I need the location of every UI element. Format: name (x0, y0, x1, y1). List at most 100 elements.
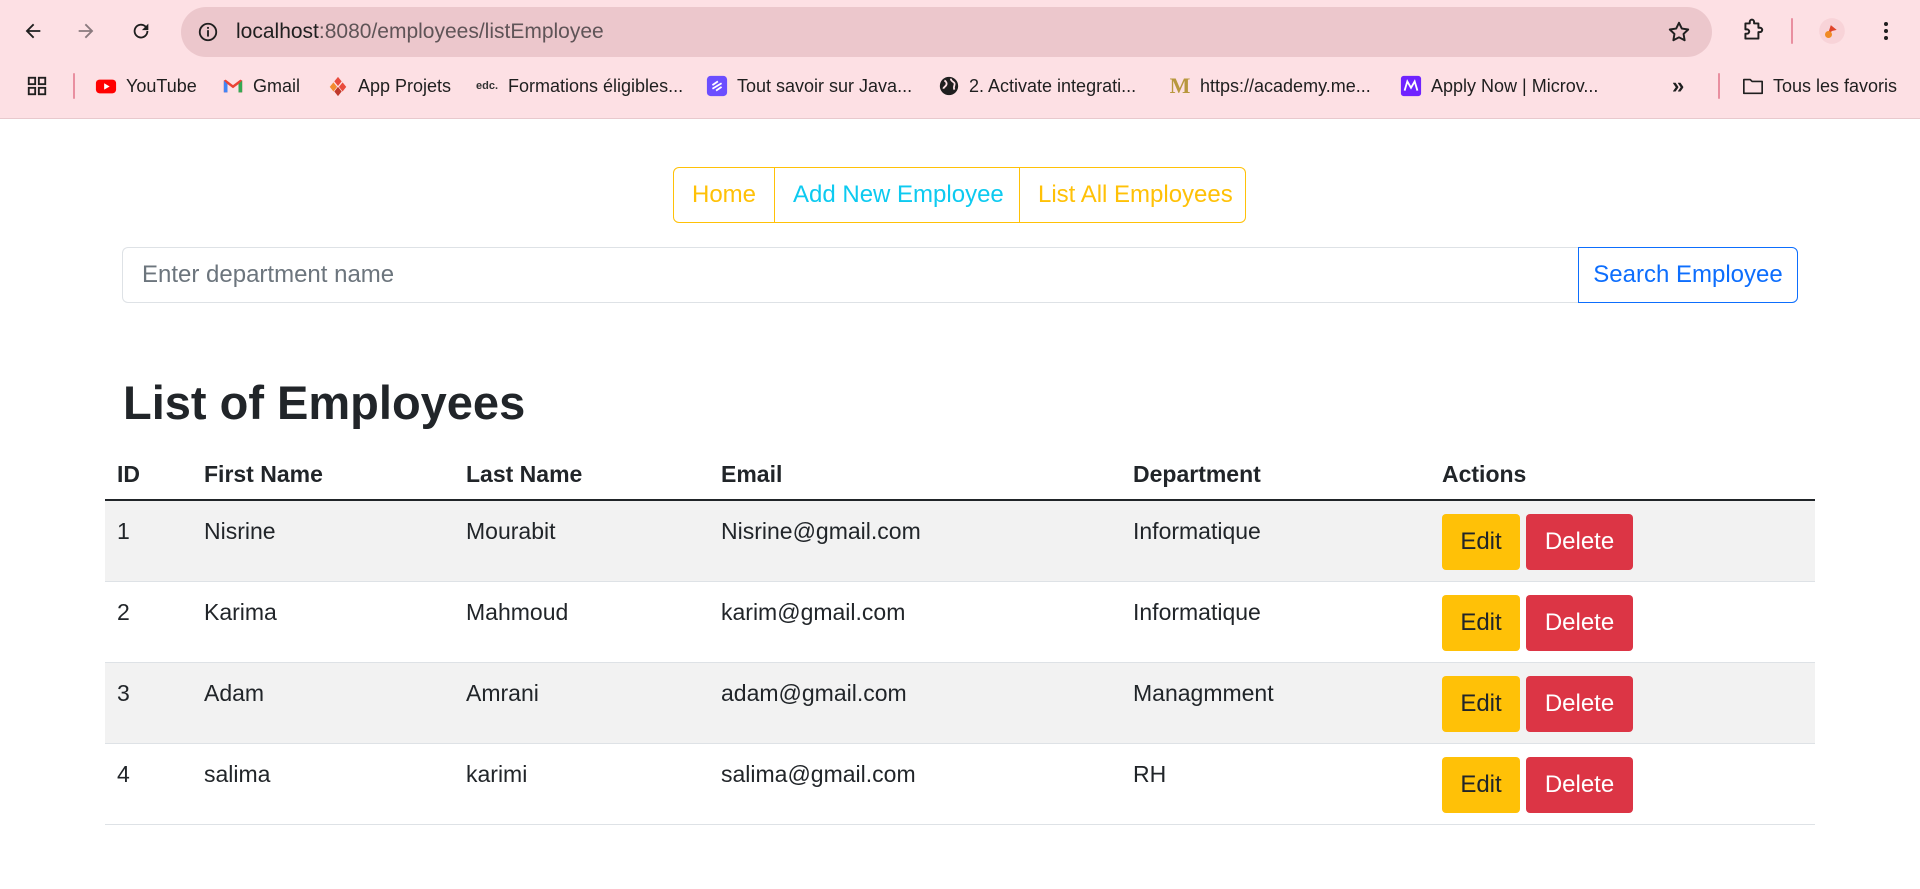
url-host: localhost (236, 20, 319, 43)
toolbar-divider (1791, 18, 1793, 44)
forward-arrow-icon (78, 23, 94, 39)
bookmark-formations[interactable]: edc. Formations éligibles... (475, 72, 683, 100)
bookmark-activate[interactable]: 2. Activate integrati... (938, 72, 1136, 100)
cell-id: 4 (105, 743, 192, 825)
browser-toolbar: localhost:8080/employees/listEmployee (0, 0, 1920, 62)
profile-avatar-icon (1819, 18, 1845, 44)
search-form: Search Employee (122, 247, 1798, 303)
apps-grid-icon (26, 75, 48, 97)
cell-last-name: karimi (454, 743, 709, 825)
bookmark-label: 2. Activate integrati... (969, 75, 1137, 96)
table-row: 3 Adam Amrani adam@gmail.com Managmment … (105, 662, 1815, 744)
header-email: Email (709, 447, 1121, 501)
bookmark-gmail[interactable]: Gmail (222, 72, 300, 100)
cell-first-name: salima (192, 743, 454, 825)
cell-actions: Edit Delete (1430, 662, 1815, 744)
cell-id: 2 (105, 581, 192, 663)
table-row: 2 Karima Mahmoud karim@gmail.com Informa… (105, 581, 1815, 663)
reload-icon (133, 23, 149, 39)
bookmark-label: App Projets (358, 75, 452, 96)
delete-button[interactable]: Delete (1526, 756, 1633, 813)
folder-icon (1742, 75, 1764, 97)
cell-id: 1 (105, 500, 192, 582)
bookmarks-bar: YouTube Gmail App Projets edc. Formation… (0, 66, 1920, 106)
bookmark-academy[interactable]: M https://academy.me... (1169, 72, 1371, 100)
more-bookmarks-button[interactable]: » (1672, 72, 1684, 100)
bookmark-youtube[interactable]: YouTube (95, 72, 197, 100)
delete-button[interactable]: Delete (1526, 675, 1633, 732)
bookmark-app-projets[interactable]: App Projets (327, 72, 451, 100)
all-bookmarks-folder[interactable]: Tous les favoris (1742, 72, 1897, 100)
nav-home-link[interactable]: Home (673, 167, 775, 223)
bookmark-microverse[interactable]: Apply Now | Microv... (1400, 72, 1598, 100)
cell-last-name: Mahmoud (454, 581, 709, 663)
bookmark-label: Formations éligibles... (508, 75, 684, 96)
bookmark-label: Apply Now | Microv... (1431, 75, 1599, 96)
extensions-icon[interactable] (1735, 13, 1771, 49)
cell-actions: Edit Delete (1430, 500, 1815, 582)
bookmark-label: https://academy.me... (1200, 75, 1371, 96)
app-projets-icon (327, 75, 349, 97)
edit-button[interactable]: Edit (1442, 514, 1520, 570)
back-arrow-icon (25, 23, 41, 39)
search-employee-button[interactable]: Search Employee (1578, 247, 1798, 303)
nav-list-employees-link[interactable]: List All Employees (1020, 167, 1246, 223)
edit-button[interactable]: Edit (1442, 675, 1520, 732)
nav-add-employee-link[interactable]: Add New Employee (775, 167, 1020, 223)
cell-actions: Edit Delete (1430, 581, 1815, 663)
cell-email: salima@gmail.com (709, 743, 1121, 825)
cell-email: Nisrine@gmail.com (709, 500, 1121, 582)
bookmark-label: YouTube (126, 75, 197, 96)
bookmark-java[interactable]: Tout savoir sur Java... (706, 72, 912, 100)
back-button[interactable] (15, 13, 51, 49)
cell-email: adam@gmail.com (709, 662, 1121, 744)
profile-avatar[interactable] (1814, 13, 1850, 49)
bookmarks-divider (73, 73, 75, 99)
youtube-icon (95, 75, 117, 97)
delete-button[interactable]: Delete (1526, 594, 1633, 651)
delete-button[interactable]: Delete (1526, 514, 1633, 570)
academy-icon: M (1169, 73, 1191, 98)
cell-first-name: Nisrine (192, 500, 454, 582)
cell-department: RH (1121, 743, 1430, 825)
gmail-icon (222, 75, 244, 97)
url-path: :8080/employees/listEmployee (318, 20, 604, 43)
cell-id: 3 (105, 662, 192, 744)
main-nav: Home Add New Employee List All Employees (673, 167, 1246, 223)
edit-button[interactable]: Edit (1442, 756, 1520, 813)
globe-icon (938, 75, 960, 97)
table-row: 4 salima karimi salima@gmail.com RH Edit… (105, 743, 1815, 825)
site-info-icon[interactable] (195, 19, 221, 45)
cell-actions: Edit Delete (1430, 743, 1815, 825)
header-actions: Actions (1430, 447, 1815, 501)
department-search-input[interactable] (122, 247, 1578, 303)
forward-button[interactable] (68, 13, 104, 49)
browser-chrome: localhost:8080/employees/listEmployee Yo… (0, 0, 1920, 119)
address-bar[interactable]: localhost:8080/employees/listEmployee (181, 7, 1712, 57)
chevron-double-right-icon: » (1672, 73, 1685, 98)
java-guide-icon (706, 75, 728, 97)
edit-button[interactable]: Edit (1442, 594, 1520, 651)
page-title: List of Employees (123, 376, 526, 429)
header-last-name: Last Name (454, 447, 709, 501)
cell-email: karim@gmail.com (709, 581, 1121, 663)
url-text: localhost:8080/employees/listEmployee (236, 20, 604, 44)
header-department: Department (1121, 447, 1430, 501)
employees-table: ID First Name Last Name Email Department… (105, 447, 1815, 825)
bookmark-label: Tout savoir sur Java... (737, 75, 913, 96)
all-bookmarks-label: Tous les favoris (1773, 75, 1898, 96)
cell-department: Informatique (1121, 500, 1430, 582)
bookmark-label: Gmail (253, 75, 301, 96)
cell-first-name: Karima (192, 581, 454, 663)
cell-last-name: Mourabit (454, 500, 709, 582)
header-id: ID (105, 447, 192, 501)
apps-button[interactable] (26, 72, 48, 100)
cell-department: Managmment (1121, 662, 1430, 744)
microverse-icon (1400, 75, 1422, 97)
bookmarks-divider (1718, 73, 1720, 99)
browser-menu-button[interactable] (1868, 13, 1904, 49)
reload-button[interactable] (123, 13, 159, 49)
cell-first-name: Adam (192, 662, 454, 744)
bookmark-star-icon[interactable] (1666, 19, 1692, 45)
cell-department: Informatique (1121, 581, 1430, 663)
